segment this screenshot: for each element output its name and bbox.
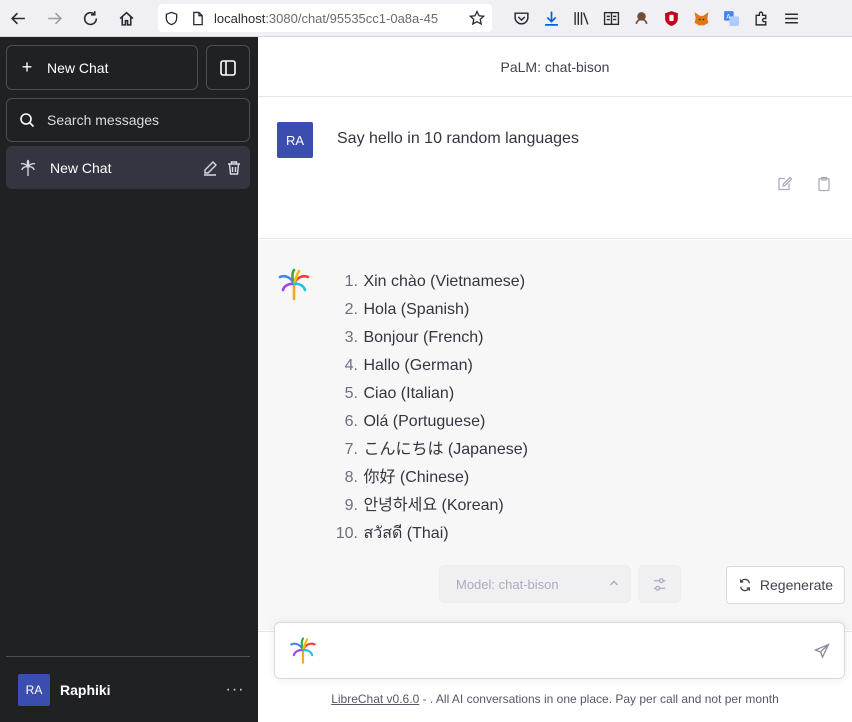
chat-main: PaLM: chat-bison RA Say hello in 10 rand… — [258, 37, 852, 722]
sidebar-divider — [6, 656, 250, 657]
send-icon[interactable] — [800, 642, 844, 659]
message-input[interactable] — [331, 638, 800, 663]
list-item: 10. สวัสดี (Thai) — [335, 525, 449, 542]
home-icon[interactable] — [108, 0, 144, 36]
plus-icon: + — [21, 57, 33, 77]
message-controls: Model: chat-bison Regenerate — [258, 563, 852, 609]
model-select-label: Model: chat-bison — [456, 576, 559, 592]
list-item: 1. Xin chào (Vietnamese) — [344, 273, 526, 290]
palm-model-icon — [6, 159, 50, 177]
answer-list: 1. Xin chào (Vietnamese) 2. Hola (Spanis… — [326, 268, 528, 548]
more-options-icon[interactable]: ··· — [220, 681, 250, 699]
url-bar[interactable]: localhost:3080/chat/95535cc1-0a8a-45 — [158, 4, 492, 32]
edit-icon[interactable] — [198, 160, 222, 176]
new-chat-label: New Chat — [47, 59, 109, 76]
list-item: 6. Olá (Portuguese) — [344, 413, 486, 430]
message-input-box[interactable] — [274, 622, 845, 679]
model-select[interactable]: Model: chat-bison — [439, 565, 631, 603]
palm-input-icon — [275, 636, 331, 666]
bookmark-star-icon[interactable] — [462, 10, 492, 26]
model-title: PaLM: chat-bison — [258, 37, 852, 97]
list-item: 5. Ciao (Italian) — [344, 385, 455, 402]
octopus-extension-icon[interactable] — [626, 0, 656, 36]
list-item: 9. 안녕하세요 (Korean) — [344, 497, 504, 514]
new-chat-button[interactable]: + New Chat — [6, 45, 198, 90]
url-text[interactable]: localhost:3080/chat/95535cc1-0a8a-45 — [214, 11, 462, 26]
regenerate-button[interactable]: Regenerate — [726, 566, 845, 604]
back-icon[interactable] — [0, 0, 36, 36]
search-icon — [7, 112, 47, 128]
list-item: 8. 你好 (Chinese) — [344, 469, 470, 486]
shield-icon[interactable] — [158, 4, 184, 32]
palm-logo-icon — [276, 267, 312, 303]
extensions-bar: A — [506, 0, 806, 36]
search-messages[interactable] — [6, 98, 250, 142]
settings-button[interactable] — [638, 565, 681, 603]
list-item: 7. こんにちは (Japanese) — [344, 441, 528, 458]
metamask-icon[interactable] — [686, 0, 716, 36]
input-area: LibreChat v0.6.0 - . All AI conversation… — [258, 622, 852, 722]
user-menu[interactable]: RA Raphiki ··· — [6, 667, 250, 713]
page-icon — [184, 4, 210, 32]
translate-icon[interactable]: A — [716, 0, 746, 36]
pocket-icon[interactable] — [506, 0, 536, 36]
user-avatar: RA — [277, 122, 313, 158]
list-item: 2. Hola (Spanish) — [344, 301, 470, 318]
sidebar-toggle-icon — [220, 59, 236, 76]
ublock-icon[interactable] — [656, 0, 686, 36]
trash-icon[interactable] — [222, 160, 246, 176]
regenerate-label: Regenerate — [759, 577, 834, 593]
edit-message-icon[interactable] — [774, 174, 794, 194]
clipboard-icon[interactable] — [814, 174, 834, 194]
list-item: 3. Bonjour (French) — [344, 329, 484, 346]
conversation-item[interactable]: New Chat — [6, 146, 250, 189]
user-message: RA Say hello in 10 random languages — [258, 98, 852, 239]
download-icon[interactable] — [536, 0, 566, 36]
footer: LibreChat v0.6.0 - . All AI conversation… — [258, 692, 852, 706]
refresh-icon — [739, 578, 750, 592]
reader-view-icon[interactable] — [596, 0, 626, 36]
librechat-link[interactable]: LibreChat v0.6.0 — [331, 692, 419, 706]
reload-icon[interactable] — [72, 0, 108, 36]
menu-icon[interactable] — [776, 0, 806, 36]
sliders-icon — [653, 577, 666, 591]
search-input[interactable] — [47, 112, 237, 128]
svg-text:A: A — [726, 12, 731, 20]
user-message-text: Say hello in 10 random languages — [337, 130, 579, 147]
browser-toolbar: localhost:3080/chat/95535cc1-0a8a-45 A — [0, 0, 852, 37]
footer-text: - . All AI conversations in one place. P… — [419, 692, 779, 706]
list-item: 4. Hallo (German) — [344, 357, 473, 374]
forward-icon[interactable] — [36, 0, 72, 36]
toggle-sidebar-button[interactable] — [206, 45, 250, 90]
sidebar: + New Chat New Chat RA Raphiki ··· — [0, 37, 258, 722]
avatar: RA — [18, 674, 50, 706]
library-icon[interactable] — [566, 0, 596, 36]
chevron-up-icon — [610, 580, 618, 586]
extensions-puzzle-icon[interactable] — [746, 0, 776, 36]
user-name: Raphiki — [60, 682, 111, 698]
conversation-title: New Chat — [50, 159, 112, 176]
